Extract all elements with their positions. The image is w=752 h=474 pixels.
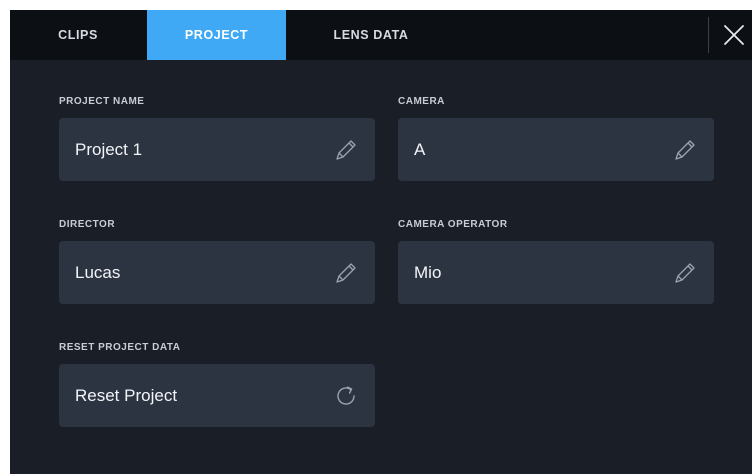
close-icon <box>724 25 744 45</box>
project-name-field[interactable]: Project 1 <box>59 118 375 181</box>
director-field[interactable]: Lucas <box>59 241 375 304</box>
director-label: DIRECTOR <box>59 219 116 230</box>
reset-project-button[interactable]: Reset Project <box>59 364 375 427</box>
pencil-icon <box>336 140 356 160</box>
close-button[interactable] <box>722 23 746 47</box>
camera-operator-field[interactable]: Mio <box>398 241 714 304</box>
tab-lens-data[interactable]: LENS DATA <box>326 10 416 60</box>
director-value: Lucas <box>75 263 121 282</box>
camera-operator-value: Mio <box>414 263 442 282</box>
camera-label: CAMERA <box>398 96 445 107</box>
project-settings-screen: CLIPS PROJECT LENS DATA PROJECT NAME Pro… <box>10 10 752 474</box>
reset-project-label: RESET PROJECT DATA <box>59 342 181 353</box>
camera-field[interactable]: A <box>398 118 714 181</box>
pencil-icon <box>336 263 356 283</box>
camera-operator-label: CAMERA OPERATOR <box>398 219 508 230</box>
tab-divider <box>708 17 709 53</box>
reset-icon <box>337 386 355 405</box>
pencil-icon <box>675 263 695 283</box>
tab-clips[interactable]: CLIPS <box>50 10 106 60</box>
project-name-label: PROJECT NAME <box>59 96 145 107</box>
pencil-icon <box>675 140 695 160</box>
reset-project-button-label: Reset Project <box>75 386 178 405</box>
camera-value: A <box>414 140 426 159</box>
tab-project[interactable]: PROJECT <box>147 10 286 60</box>
project-name-value: Project 1 <box>75 140 143 159</box>
tab-bar: CLIPS PROJECT LENS DATA <box>10 10 752 60</box>
